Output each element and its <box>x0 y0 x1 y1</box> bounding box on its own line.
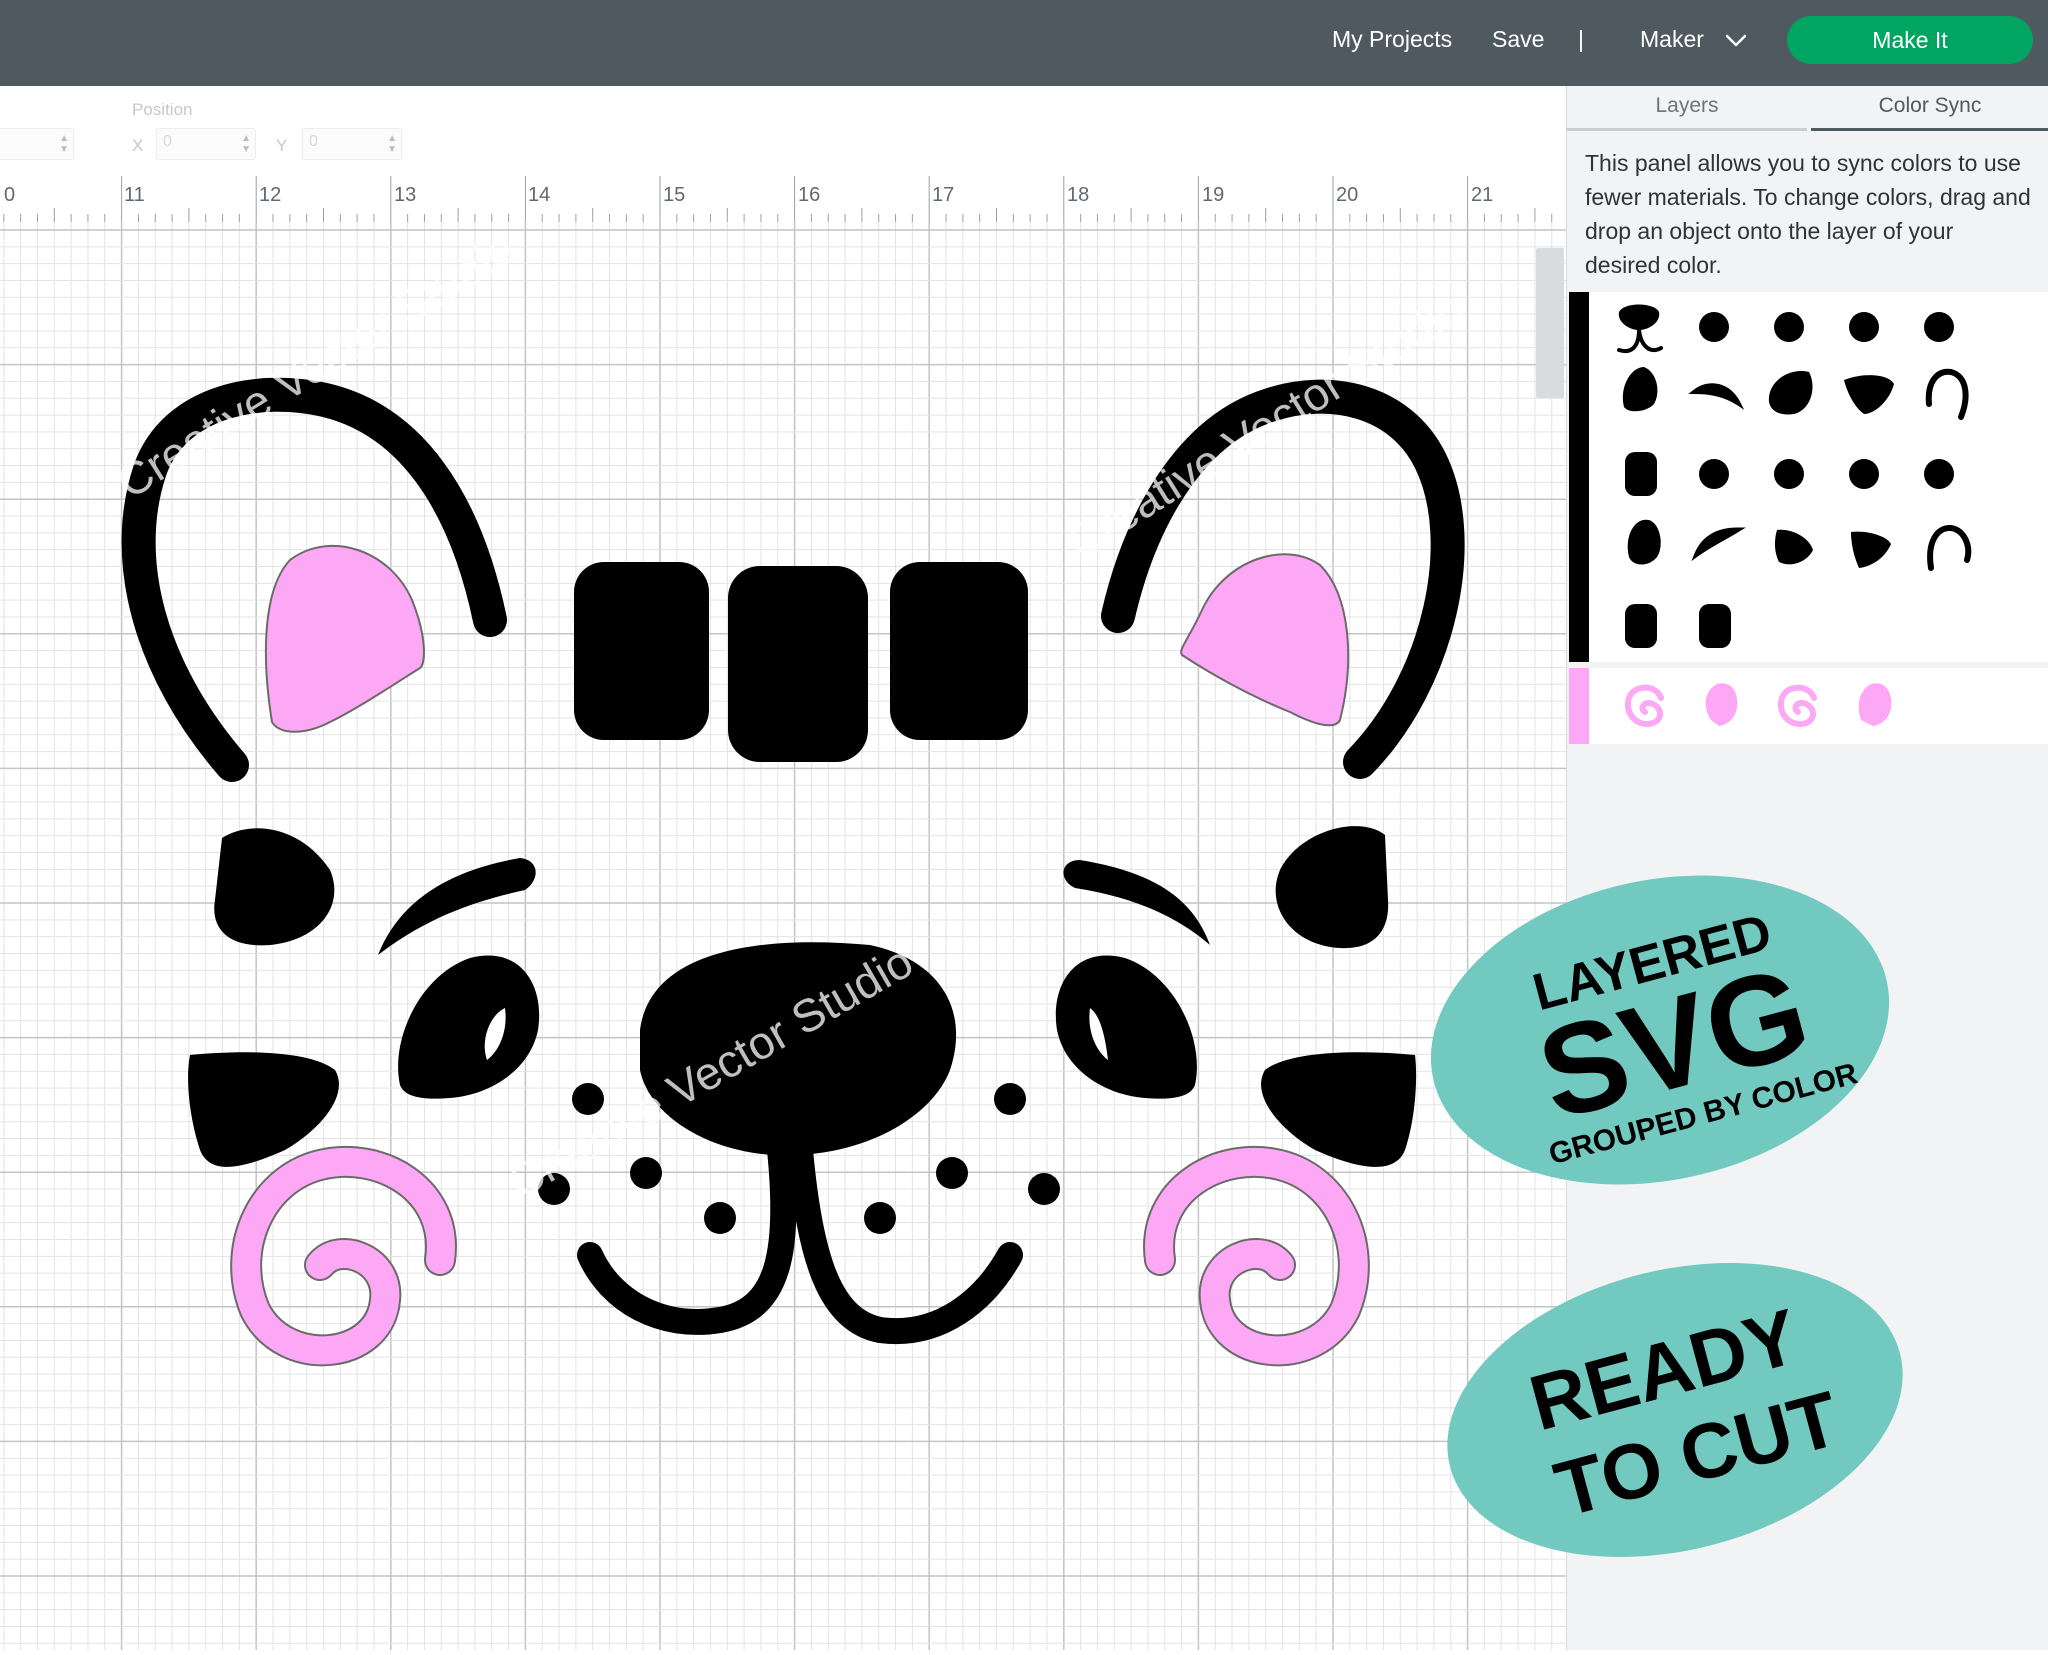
thumb-cheek-mark[interactable] <box>1768 371 1813 415</box>
thumb-eye[interactable] <box>1622 367 1658 412</box>
ruler-number: 19 <box>1202 184 1225 206</box>
ready-to-cut-badge: READY TO CUT <box>1447 1263 1903 1557</box>
save-button[interactable]: Save <box>1492 24 1544 54</box>
thumb-dot[interactable] <box>1699 459 1729 489</box>
nav-separator: | <box>1578 26 1584 52</box>
black-layer-thumbnails <box>1617 304 1972 648</box>
vertical-scrollbar[interactable] <box>1536 248 1564 398</box>
my-projects-link[interactable]: My Projects <box>1332 24 1452 54</box>
forehead-stripe-right[interactable] <box>890 562 1028 740</box>
spinner-icon[interactable]: ▲ ▼ <box>241 133 251 155</box>
y-value: 0 <box>309 133 318 150</box>
ruler-ticks <box>3 176 1553 222</box>
position-label: Position <box>132 100 193 119</box>
ruler-number: 11 <box>124 184 145 206</box>
position-toolbar: ▲ ▼ Position X 0 ▲ ▼ Y 0 ▲ ▼ <box>0 86 1566 176</box>
canvas-grid: Creative Vector Studio Creative Vector S… <box>0 222 1566 1650</box>
thumb-ear[interactable] <box>1925 368 1969 420</box>
spinner-icon[interactable]: ▲ ▼ <box>387 133 397 155</box>
whisker-dot[interactable] <box>704 1202 736 1234</box>
thumb-dot[interactable] <box>1924 459 1954 489</box>
whisker-dot[interactable] <box>864 1202 896 1234</box>
ruler-number: 14 <box>528 184 551 206</box>
thumb-dot[interactable] <box>1924 312 1954 342</box>
design-canvas[interactable]: Creative Vector Studio Creative Vector S… <box>0 222 1566 1650</box>
whisker-dot[interactable] <box>1028 1173 1060 1205</box>
whisker-dot[interactable] <box>994 1083 1026 1115</box>
ruler-number: 21 <box>1471 184 1494 206</box>
ruler-number: 0 <box>4 184 16 206</box>
thumb-dot[interactable] <box>1699 312 1729 342</box>
ruler-number: 20 <box>1336 184 1359 206</box>
thumb-inner-ear[interactable] <box>1705 683 1738 726</box>
left-upper-cheek-mark[interactable] <box>214 828 335 946</box>
thumb-eye[interactable] <box>1627 519 1661 565</box>
thumb-nose-mouth[interactable] <box>1617 304 1663 353</box>
ruler-number: 13 <box>394 184 417 206</box>
ruler-number: 17 <box>932 184 955 206</box>
ruler-number: 18 <box>1067 184 1090 206</box>
left-eyebrow[interactable] <box>378 858 536 955</box>
spinner-icon[interactable]: ▲ ▼ <box>59 133 69 155</box>
left-eye[interactable] <box>398 955 540 1099</box>
black-color-swatch <box>1569 292 1589 662</box>
rotate-field[interactable]: ▲ ▼ <box>0 128 74 160</box>
tab-layers[interactable]: Layers <box>1567 86 1807 131</box>
x-value: 0 <box>163 133 172 150</box>
ruler-number: 16 <box>798 184 821 206</box>
pink-color-swatch <box>1569 668 1589 744</box>
right-upper-cheek-mark[interactable] <box>1275 826 1389 949</box>
thumb-cheek-mark[interactable] <box>1851 531 1891 568</box>
thumb-eyebrow[interactable] <box>1691 527 1746 562</box>
whisker-dot[interactable] <box>936 1157 968 1189</box>
thumb-dot[interactable] <box>1849 459 1879 489</box>
right-eye[interactable] <box>1055 955 1197 1099</box>
x-position-field[interactable]: 0 ▲ ▼ <box>156 128 256 160</box>
forehead-stripe-middle[interactable] <box>728 566 868 762</box>
thumb-stripe[interactable] <box>1625 452 1657 496</box>
x-label: X <box>132 136 144 155</box>
thumb-cheek-mark[interactable] <box>1844 375 1894 414</box>
left-inner-ear[interactable] <box>264 544 425 733</box>
thumb-cheek-mark[interactable] <box>1774 529 1813 565</box>
forehead-stripe-left[interactable] <box>574 562 709 740</box>
ruler-number: 15 <box>663 184 686 206</box>
layered-svg-badge: LAYERED SVG GROUPED BY COLOR <box>1430 875 1890 1185</box>
thumb-stripe[interactable] <box>1699 604 1731 648</box>
top-bar: My Projects Save | Maker Make It <box>0 0 2048 86</box>
chevron-down-icon[interactable] <box>1724 28 1748 52</box>
thumb-swirl[interactable] <box>1777 684 1817 728</box>
pink-layer-thumbnails <box>1624 683 1892 728</box>
right-inner-ear[interactable] <box>1180 553 1350 727</box>
tab-color-sync[interactable]: Color Sync <box>1811 86 2048 131</box>
machine-selector[interactable]: Maker <box>1640 24 1704 54</box>
thumb-stripe[interactable] <box>1625 604 1657 648</box>
black-color-layer[interactable] <box>1569 292 2048 662</box>
make-it-button[interactable]: Make It <box>1787 16 2033 64</box>
panel-description: This panel allows you to sync colors to … <box>1585 150 2031 278</box>
whisker-dot[interactable] <box>630 1157 662 1189</box>
ruler-number: 12 <box>259 184 282 206</box>
thumb-dot[interactable] <box>1849 312 1879 342</box>
thumb-swirl[interactable] <box>1624 684 1664 728</box>
y-position-field[interactable]: 0 ▲ ▼ <box>302 128 402 160</box>
pink-color-layer[interactable] <box>1569 668 2048 744</box>
y-label: Y <box>276 136 288 155</box>
horizontal-ruler: 0 11 12 13 14 15 16 17 18 19 20 21 <box>0 176 1566 223</box>
thumb-inner-ear[interactable] <box>1858 683 1892 726</box>
bear-face-design[interactable]: Creative Vector Studio Creative Vector S… <box>108 222 1474 1367</box>
thumb-eyebrow[interactable] <box>1688 383 1745 410</box>
thumb-dot[interactable] <box>1774 312 1804 342</box>
thumb-dot[interactable] <box>1774 459 1804 489</box>
thumb-ear[interactable] <box>1927 525 1972 571</box>
